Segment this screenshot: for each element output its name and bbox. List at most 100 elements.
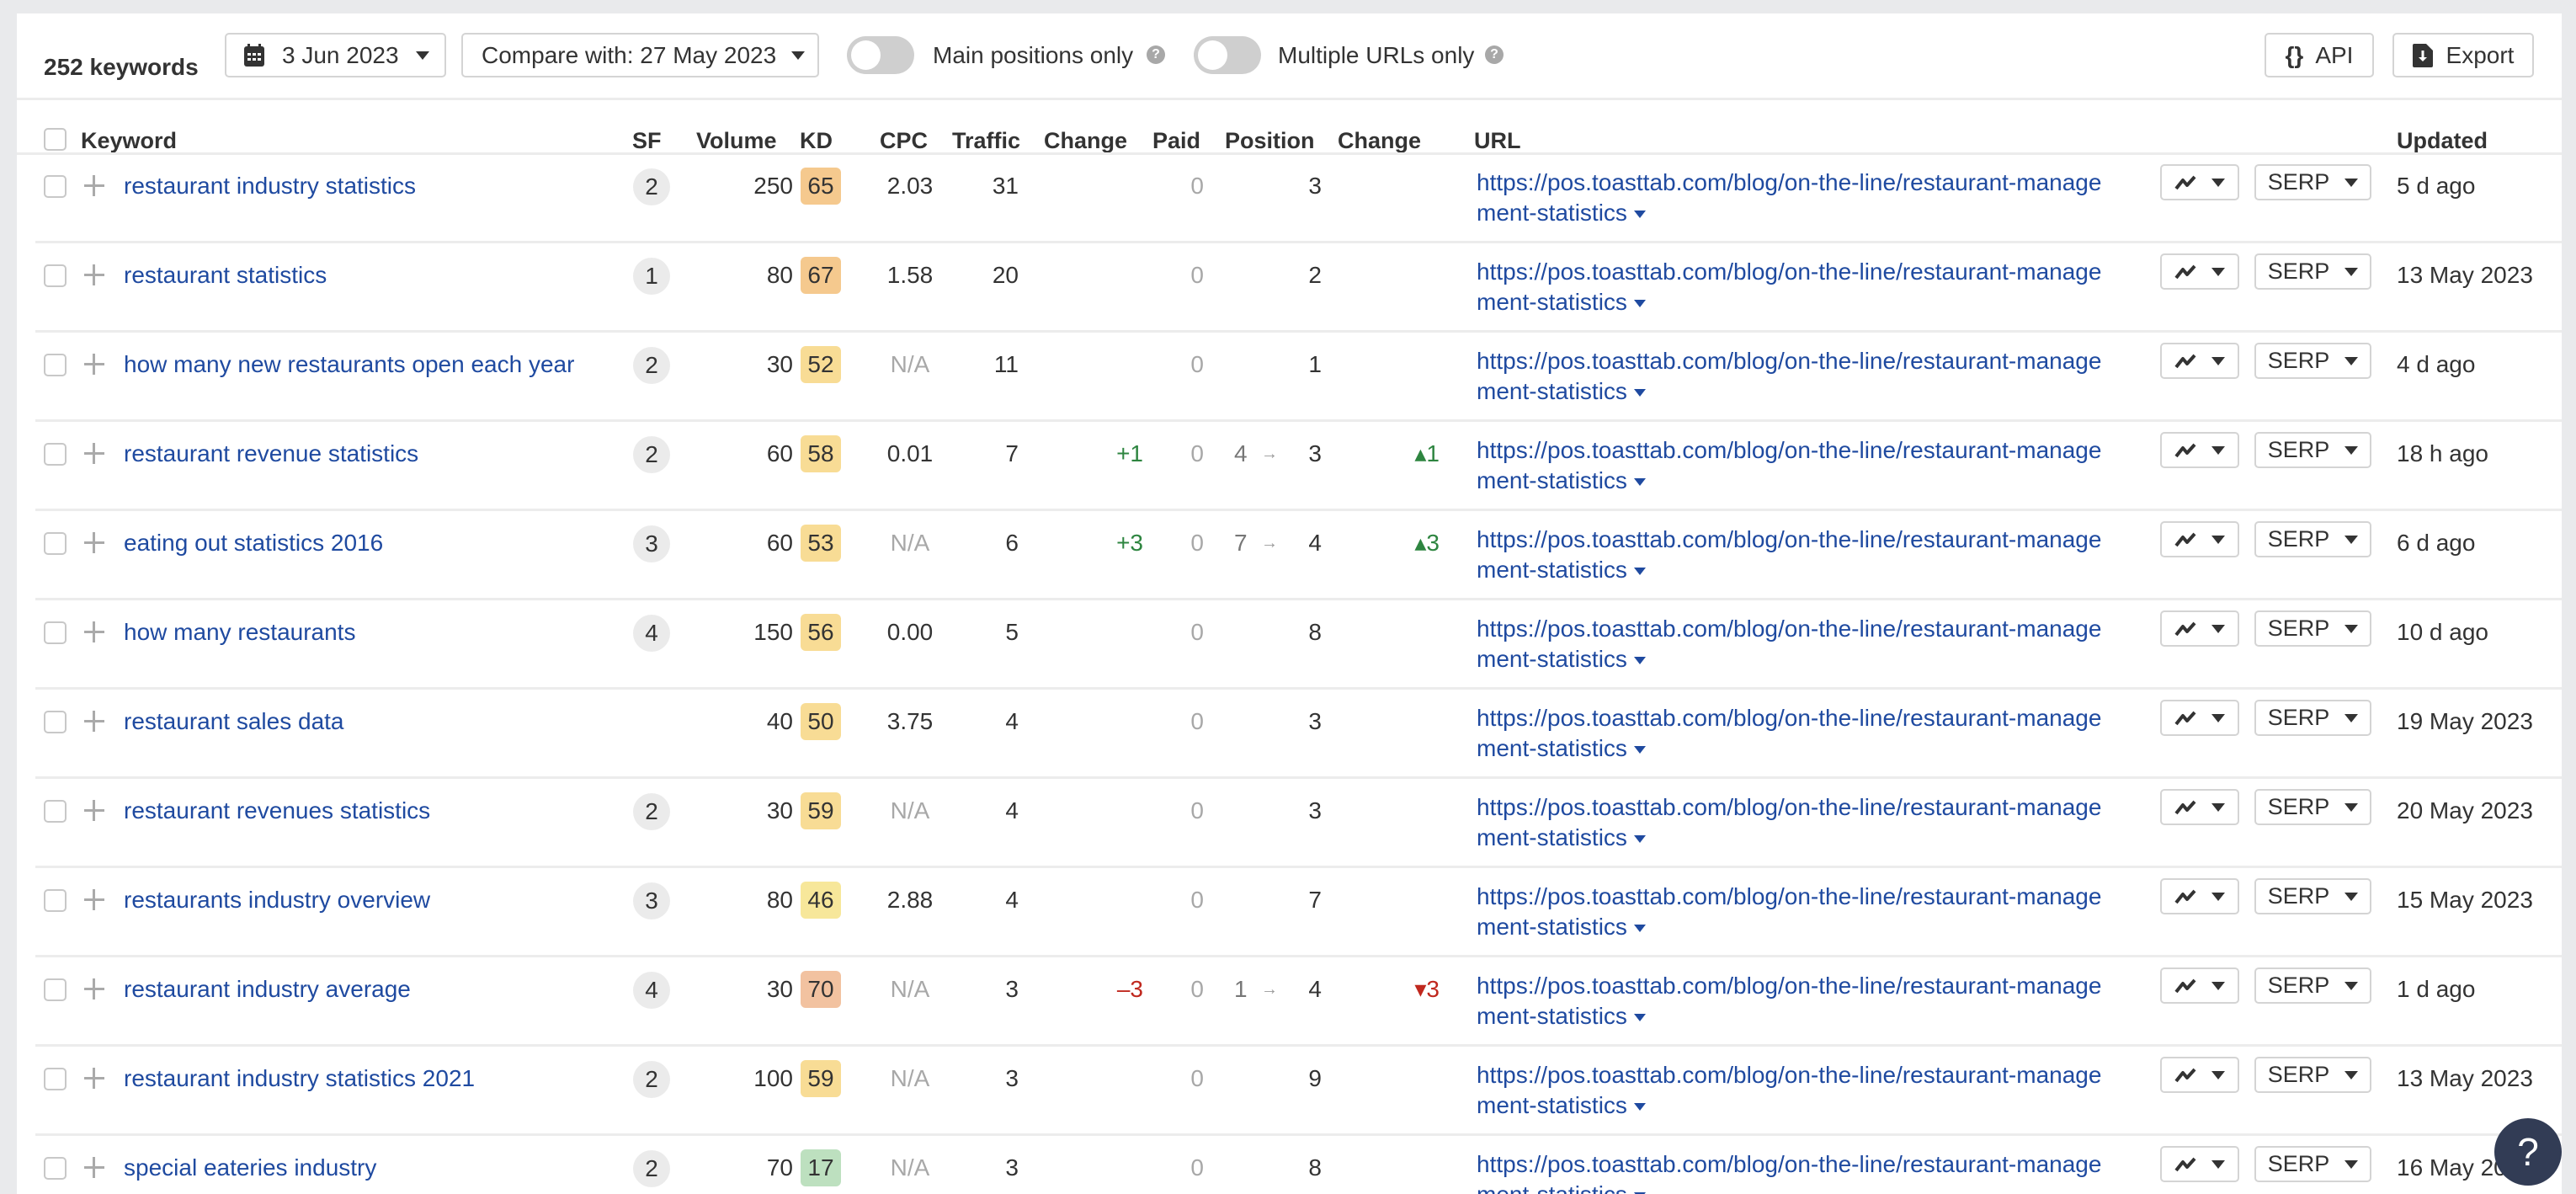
position-history-button[interactable] — [2160, 521, 2239, 557]
row-checkbox[interactable] — [44, 621, 67, 644]
keyword-link[interactable]: restaurant revenue statistics — [124, 435, 418, 472]
main-positions-toggle[interactable] — [847, 36, 914, 74]
serp-features-count[interactable]: 2 — [633, 347, 670, 384]
ranking-url-link[interactable]: https://pos.toasttab.com/blog/on-the-lin… — [1477, 703, 2150, 764]
caret-down-icon[interactable] — [1633, 300, 1646, 308]
position-history-button[interactable] — [2160, 700, 2239, 736]
serp-features-count[interactable]: 3 — [633, 882, 670, 919]
serp-button[interactable]: SERP — [2254, 610, 2371, 647]
serp-features-count[interactable]: 2 — [633, 168, 670, 205]
help-chat-button[interactable]: ? — [2494, 1118, 2562, 1186]
add-keyword-icon[interactable] — [84, 435, 104, 472]
ranking-url-link[interactable]: https://pos.toasttab.com/blog/on-the-lin… — [1477, 257, 2150, 317]
position-history-button[interactable] — [2160, 1146, 2239, 1182]
add-keyword-icon[interactable] — [84, 257, 104, 294]
row-checkbox[interactable] — [44, 800, 67, 823]
caret-down-icon[interactable] — [1633, 835, 1646, 844]
caret-down-icon[interactable] — [1633, 568, 1646, 576]
serp-features-count[interactable]: 2 — [633, 1061, 670, 1098]
ranking-url-link[interactable]: https://pos.toasttab.com/blog/on-the-lin… — [1477, 614, 2150, 674]
serp-button[interactable]: SERP — [2254, 1146, 2371, 1182]
serp-button[interactable]: SERP — [2254, 521, 2371, 557]
keyword-link[interactable]: eating out statistics 2016 — [124, 525, 383, 562]
keyword-link[interactable]: restaurant industry statistics — [124, 168, 416, 205]
serp-button[interactable]: SERP — [2254, 878, 2371, 914]
ranking-url-link[interactable]: https://pos.toasttab.com/blog/on-the-lin… — [1477, 168, 2150, 228]
ranking-url-link[interactable]: https://pos.toasttab.com/blog/on-the-lin… — [1477, 1060, 2150, 1121]
serp-button[interactable]: SERP — [2254, 253, 2371, 290]
serp-features-count[interactable]: 3 — [633, 525, 670, 562]
add-keyword-icon[interactable] — [84, 971, 104, 1008]
position-history-button[interactable] — [2160, 878, 2239, 914]
keyword-link[interactable]: special eateries industry — [124, 1149, 376, 1186]
position-history-button[interactable] — [2160, 253, 2239, 290]
keyword-link[interactable]: restaurant industry statistics 2021 — [124, 1060, 475, 1097]
ranking-url-link[interactable]: https://pos.toasttab.com/blog/on-the-lin… — [1477, 525, 2150, 585]
position-history-button[interactable] — [2160, 1057, 2239, 1093]
ranking-url-link[interactable]: https://pos.toasttab.com/blog/on-the-lin… — [1477, 346, 2150, 407]
serp-features-count[interactable]: 2 — [633, 1150, 670, 1187]
serp-features-count[interactable]: 1 — [633, 258, 670, 295]
row-checkbox[interactable] — [44, 1068, 67, 1090]
add-keyword-icon[interactable] — [84, 882, 104, 919]
keyword-link[interactable]: restaurant revenues statistics — [124, 792, 430, 829]
row-checkbox[interactable] — [44, 443, 67, 466]
serp-features-count[interactable]: 2 — [633, 793, 670, 830]
api-button[interactable]: {} API — [2265, 33, 2374, 77]
export-button[interactable]: Export — [2392, 33, 2534, 77]
row-checkbox[interactable] — [44, 889, 67, 912]
add-keyword-icon[interactable] — [84, 614, 104, 651]
row-checkbox[interactable] — [44, 1157, 67, 1180]
position-history-button[interactable] — [2160, 789, 2239, 825]
keyword-link[interactable]: how many restaurants — [124, 614, 355, 651]
serp-button[interactable]: SERP — [2254, 967, 2371, 1004]
help-icon[interactable]: ? — [1485, 45, 1504, 64]
serp-features-count[interactable]: 4 — [633, 615, 670, 652]
add-keyword-icon[interactable] — [84, 792, 104, 829]
ranking-url-link[interactable]: https://pos.toasttab.com/blog/on-the-lin… — [1477, 792, 2150, 853]
serp-button[interactable]: SERP — [2254, 432, 2371, 468]
row-checkbox[interactable] — [44, 711, 67, 733]
add-keyword-icon[interactable] — [84, 703, 104, 740]
serp-features-count[interactable]: 2 — [633, 436, 670, 473]
row-checkbox[interactable] — [44, 532, 67, 555]
ranking-url-link[interactable]: https://pos.toasttab.com/blog/on-the-lin… — [1477, 435, 2150, 496]
ranking-url-link[interactable]: https://pos.toasttab.com/blog/on-the-lin… — [1477, 882, 2150, 942]
serp-button[interactable]: SERP — [2254, 1057, 2371, 1093]
position-history-button[interactable] — [2160, 967, 2239, 1004]
add-keyword-icon[interactable] — [84, 1060, 104, 1097]
position-history-button[interactable] — [2160, 343, 2239, 379]
position-history-button[interactable] — [2160, 164, 2239, 200]
keyword-link[interactable]: restaurant sales data — [124, 703, 344, 740]
help-icon[interactable]: ? — [1147, 45, 1165, 64]
caret-down-icon[interactable] — [1633, 1103, 1646, 1111]
date-picker-button[interactable]: 3 Jun 2023 — [225, 33, 446, 77]
keyword-link[interactable]: restaurants industry overview — [124, 882, 430, 919]
serp-button[interactable]: SERP — [2254, 700, 2371, 736]
serp-button[interactable]: SERP — [2254, 164, 2371, 200]
add-keyword-icon[interactable] — [84, 1149, 104, 1186]
caret-down-icon[interactable] — [1633, 657, 1646, 665]
position-history-button[interactable] — [2160, 432, 2239, 468]
serp-button[interactable]: SERP — [2254, 343, 2371, 379]
row-checkbox[interactable] — [44, 354, 67, 376]
caret-down-icon[interactable] — [1633, 478, 1646, 487]
position-history-button[interactable] — [2160, 610, 2239, 647]
row-checkbox[interactable] — [44, 264, 67, 287]
ranking-url-link[interactable]: https://pos.toasttab.com/blog/on-the-lin… — [1477, 971, 2150, 1031]
row-checkbox[interactable] — [44, 978, 67, 1001]
multiple-urls-toggle[interactable] — [1194, 36, 1261, 74]
compare-date-button[interactable]: Compare with: 27 May 2023 — [461, 33, 819, 77]
serp-features-count[interactable]: 4 — [633, 972, 670, 1009]
ranking-url-link[interactable]: https://pos.toasttab.com/blog/on-the-lin… — [1477, 1149, 2150, 1194]
keyword-link[interactable]: restaurant statistics — [124, 257, 327, 294]
row-checkbox[interactable] — [44, 175, 67, 198]
keyword-link[interactable]: restaurant industry average — [124, 971, 411, 1008]
select-all-checkbox[interactable] — [44, 128, 67, 151]
add-keyword-icon[interactable] — [84, 525, 104, 562]
caret-down-icon[interactable] — [1633, 1014, 1646, 1022]
add-keyword-icon[interactable] — [84, 346, 104, 383]
caret-down-icon[interactable] — [1633, 746, 1646, 754]
serp-button[interactable]: SERP — [2254, 789, 2371, 825]
add-keyword-icon[interactable] — [84, 168, 104, 205]
